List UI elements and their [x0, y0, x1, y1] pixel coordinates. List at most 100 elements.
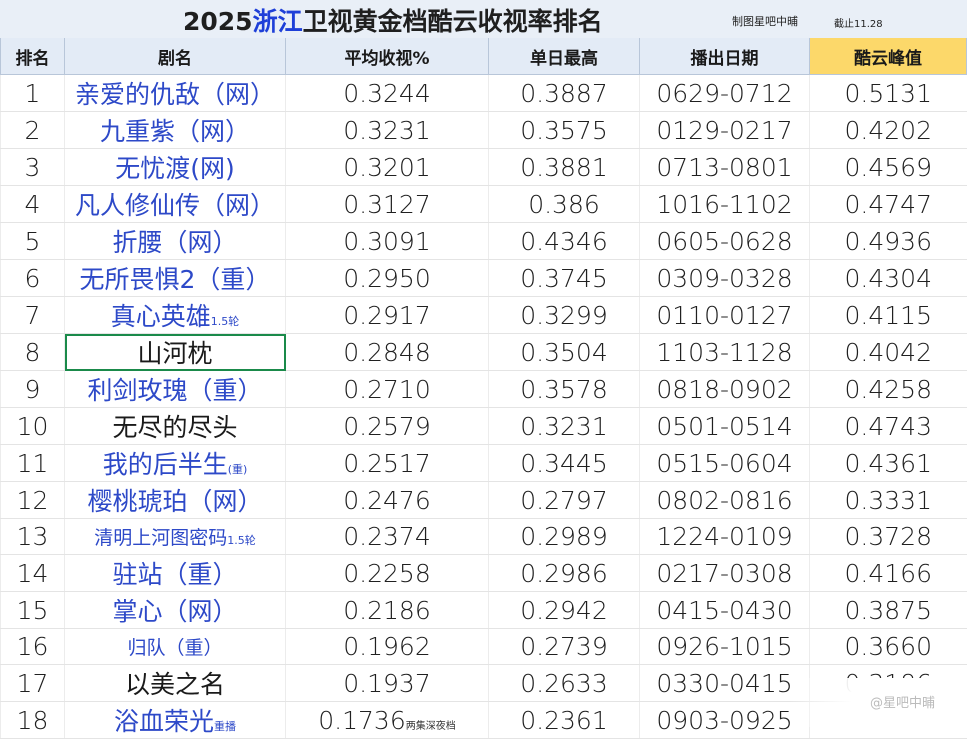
peak-cell[interactable]: 0.3331: [809, 481, 967, 519]
rank-cell[interactable]: 1: [0, 74, 65, 112]
max-rating-cell[interactable]: 0.3887: [488, 74, 640, 112]
avg-rating-cell[interactable]: 0.2258: [285, 554, 489, 592]
title-cell[interactable]: 我的后半生(重): [64, 444, 286, 482]
max-rating-cell[interactable]: 0.2942: [488, 591, 640, 629]
air-dates-cell[interactable]: 0110-0127: [639, 296, 810, 334]
rank-cell[interactable]: 14: [0, 554, 65, 592]
air-dates-cell[interactable]: 0309-0328: [639, 259, 810, 297]
air-dates-cell[interactable]: 0330-0415: [639, 664, 810, 702]
rank-cell[interactable]: 2: [0, 111, 65, 149]
air-dates-cell[interactable]: 0903-0925: [639, 701, 810, 739]
air-dates-cell[interactable]: 0926-1015: [639, 628, 810, 665]
rank-cell[interactable]: 3: [0, 148, 65, 186]
air-dates-cell[interactable]: 1103-1128: [639, 333, 810, 371]
max-rating-cell[interactable]: 0.2633: [488, 664, 640, 702]
rank-cell[interactable]: 9: [0, 370, 65, 408]
max-rating-cell[interactable]: 0.3578: [488, 370, 640, 408]
col-header-max[interactable]: 单日最高: [488, 38, 640, 75]
title-cell[interactable]: 利剑玫瑰（重）: [64, 370, 286, 408]
peak-cell[interactable]: 0.4258: [809, 370, 967, 408]
title-cell[interactable]: 无所畏惧2（重）: [64, 259, 286, 297]
max-rating-cell[interactable]: 0.3299: [488, 296, 640, 334]
col-header-title[interactable]: 剧名: [64, 38, 286, 75]
rank-cell[interactable]: 13: [0, 518, 65, 555]
rank-cell[interactable]: 12: [0, 481, 65, 519]
title-cell[interactable]: 驻站（重）: [64, 554, 286, 592]
rank-cell[interactable]: 10: [0, 407, 65, 445]
title-cell[interactable]: 折腰（网）: [64, 222, 286, 260]
peak-cell[interactable]: 0.4304: [809, 259, 967, 297]
avg-rating-cell[interactable]: 0.2374: [285, 518, 489, 555]
peak-cell[interactable]: 0.4202: [809, 111, 967, 149]
avg-rating-cell[interactable]: 0.2917: [285, 296, 489, 334]
max-rating-cell[interactable]: 0.3231: [488, 407, 640, 445]
air-dates-cell[interactable]: 0501-0514: [639, 407, 810, 445]
max-rating-cell[interactable]: 0.2989: [488, 518, 640, 555]
title-cell[interactable]: 清明上河图密码1.5轮: [64, 518, 286, 555]
rank-cell[interactable]: 15: [0, 591, 65, 629]
rank-cell[interactable]: 18: [0, 701, 65, 739]
avg-rating-cell[interactable]: 0.3244: [285, 74, 489, 112]
title-cell[interactable]: 浴血荣光重播: [64, 701, 286, 739]
peak-cell[interactable]: 0.3728: [809, 518, 967, 555]
max-rating-cell[interactable]: 0.2797: [488, 481, 640, 519]
rank-cell[interactable]: 17: [0, 664, 65, 702]
max-rating-cell[interactable]: 0.386: [488, 185, 640, 223]
title-cell[interactable]: 九重紫（网）: [64, 111, 286, 149]
rank-cell[interactable]: 7: [0, 296, 65, 334]
peak-cell[interactable]: 0.4115: [809, 296, 967, 334]
max-rating-cell[interactable]: 0.3745: [488, 259, 640, 297]
title-cell[interactable]: 凡人修仙传（网）: [64, 185, 286, 223]
peak-cell[interactable]: 0.5131: [809, 74, 967, 112]
title-cell[interactable]: 无忧渡(网): [64, 148, 286, 186]
peak-cell[interactable]: 0.3660: [809, 628, 967, 665]
avg-rating-cell[interactable]: 0.3231: [285, 111, 489, 149]
avg-rating-cell[interactable]: 0.1937: [285, 664, 489, 702]
air-dates-cell[interactable]: 0129-0217: [639, 111, 810, 149]
avg-rating-cell[interactable]: 0.2710: [285, 370, 489, 408]
air-dates-cell[interactable]: 1016-1102: [639, 185, 810, 223]
air-dates-cell[interactable]: 0415-0430: [639, 591, 810, 629]
title-cell[interactable]: 亲爱的仇敌（网）: [64, 74, 286, 112]
peak-cell[interactable]: 0.4569: [809, 148, 967, 186]
avg-rating-cell[interactable]: 0.3201: [285, 148, 489, 186]
air-dates-cell[interactable]: 0818-0902: [639, 370, 810, 408]
avg-rating-cell[interactable]: 0.2950: [285, 259, 489, 297]
peak-cell[interactable]: 0.4361: [809, 444, 967, 482]
avg-rating-cell[interactable]: 0.2848: [285, 333, 489, 371]
peak-cell[interactable]: 0.4042: [809, 333, 967, 371]
title-cell[interactable]: 掌心（网）: [64, 591, 286, 629]
air-dates-cell[interactable]: 0713-0801: [639, 148, 810, 186]
peak-cell[interactable]: 0.3875: [809, 591, 967, 629]
title-cell[interactable]: 山河枕: [64, 333, 286, 371]
max-rating-cell[interactable]: 0.2361: [488, 701, 640, 739]
col-header-peak[interactable]: 酷云峰值: [809, 38, 967, 75]
max-rating-cell[interactable]: 0.3445: [488, 444, 640, 482]
air-dates-cell[interactable]: 0217-0308: [639, 554, 810, 592]
rank-cell[interactable]: 8: [0, 333, 65, 371]
title-cell[interactable]: 樱桃琥珀（网）: [64, 481, 286, 519]
rank-cell[interactable]: 11: [0, 444, 65, 482]
rank-cell[interactable]: 5: [0, 222, 65, 260]
max-rating-cell[interactable]: 0.3575: [488, 111, 640, 149]
max-rating-cell[interactable]: 0.3881: [488, 148, 640, 186]
col-header-rank[interactable]: 排名: [0, 38, 65, 75]
max-rating-cell[interactable]: 0.2739: [488, 628, 640, 665]
avg-rating-cell[interactable]: 0.3127: [285, 185, 489, 223]
peak-cell[interactable]: 0.4166: [809, 554, 967, 592]
avg-rating-cell[interactable]: 0.1962: [285, 628, 489, 665]
avg-rating-cell[interactable]: 0.2186: [285, 591, 489, 629]
peak-cell[interactable]: 0.4936: [809, 222, 967, 260]
air-dates-cell[interactable]: 0605-0628: [639, 222, 810, 260]
rank-cell[interactable]: 16: [0, 628, 65, 665]
title-cell[interactable]: 真心英雄1.5轮: [64, 296, 286, 334]
avg-rating-cell[interactable]: 0.1736两集深夜档: [285, 701, 489, 739]
col-header-dates[interactable]: 播出日期: [639, 38, 810, 75]
air-dates-cell[interactable]: 0629-0712: [639, 74, 810, 112]
title-cell[interactable]: 无尽的尽头: [64, 407, 286, 445]
air-dates-cell[interactable]: 1224-0109: [639, 518, 810, 555]
peak-cell[interactable]: 0.4747: [809, 185, 967, 223]
avg-rating-cell[interactable]: 0.2579: [285, 407, 489, 445]
air-dates-cell[interactable]: 0802-0816: [639, 481, 810, 519]
avg-rating-cell[interactable]: 0.3091: [285, 222, 489, 260]
